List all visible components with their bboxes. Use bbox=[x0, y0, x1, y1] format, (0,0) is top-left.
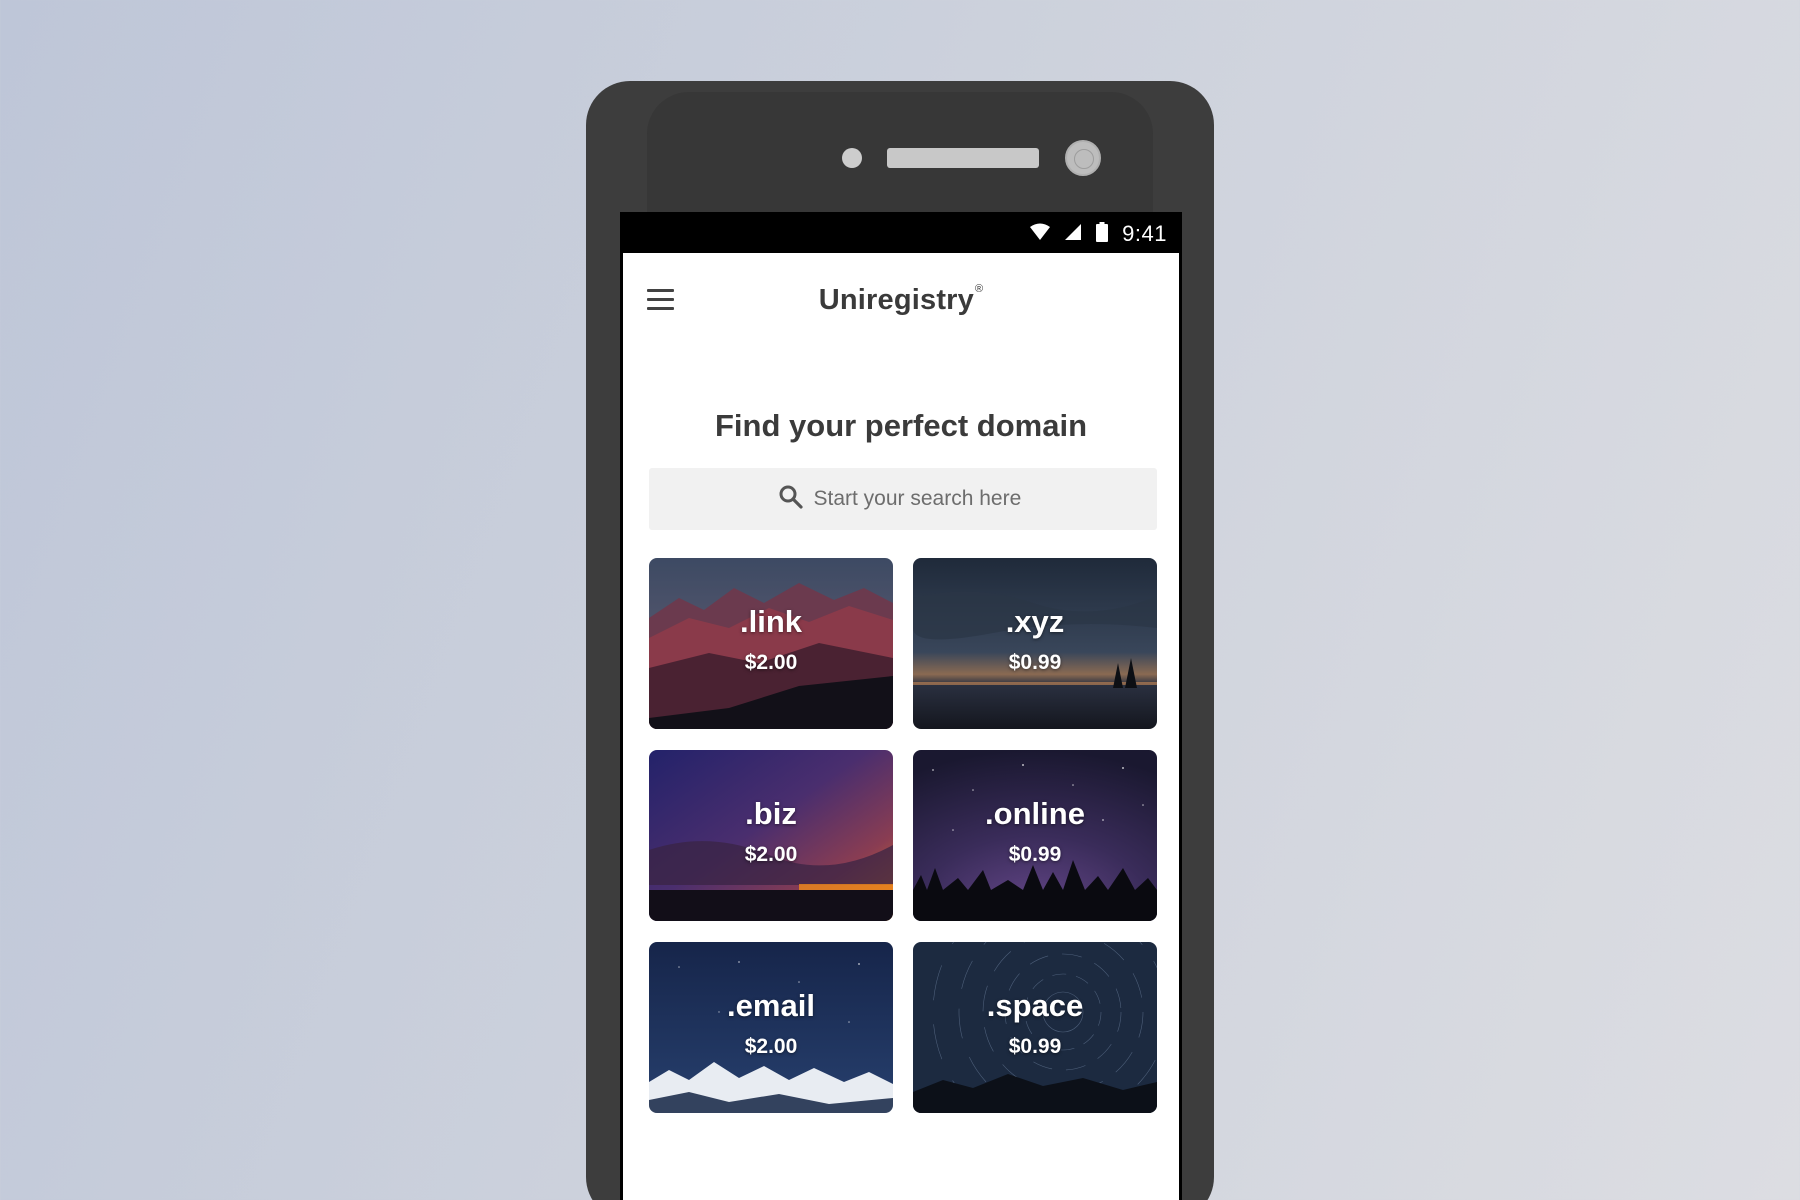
status-bar: 9:41 bbox=[623, 215, 1179, 253]
domain-name: .biz bbox=[745, 796, 797, 831]
domain-price: $0.99 bbox=[1008, 843, 1062, 866]
domain-tile-biz[interactable]: .biz $2.00 bbox=[649, 750, 893, 921]
status-time: 9:41 bbox=[1122, 221, 1167, 246]
search-icon bbox=[778, 484, 804, 515]
domain-tile-xyz[interactable]: .xyz $0.99 bbox=[913, 558, 1157, 729]
search-input[interactable] bbox=[813, 487, 1029, 511]
domain-name: .space bbox=[986, 988, 1084, 1023]
domain-tile-space[interactable]: .space $0.99 bbox=[913, 942, 1157, 1113]
earpiece-speaker bbox=[887, 148, 1039, 168]
page-title: Find your perfect domain bbox=[714, 408, 1088, 443]
phone-device-frame: 9:41 Uniregistry® Find your perfect doma… bbox=[586, 81, 1214, 1200]
domain-tile-email[interactable]: .email $2.00 bbox=[649, 942, 893, 1113]
domain-grid: .link $2.00 .xyz $0.99 .biz $2.00 .onlin… bbox=[649, 558, 1157, 1113]
domain-price: $2.00 bbox=[744, 1035, 798, 1058]
cell-signal-icon bbox=[1064, 223, 1082, 246]
brand-logo[interactable]: Uniregistry® bbox=[623, 283, 1179, 317]
battery-icon bbox=[1096, 221, 1109, 247]
brand-name: Uniregistry bbox=[818, 284, 974, 316]
phone-screen: 9:41 Uniregistry® Find your perfect doma… bbox=[620, 212, 1182, 1200]
phone-top-bezel bbox=[647, 92, 1153, 222]
front-camera bbox=[1065, 140, 1101, 176]
starry-sky-forest-silhouette-photo bbox=[913, 750, 1157, 921]
proximity-sensor bbox=[842, 148, 862, 168]
domain-name: .email bbox=[727, 988, 815, 1023]
domain-name: .xyz bbox=[1005, 604, 1065, 639]
registered-mark: ® bbox=[975, 283, 984, 295]
app-bar: Uniregistry® bbox=[623, 253, 1179, 349]
domain-tile-online[interactable]: .online $0.99 bbox=[913, 750, 1157, 921]
status-icons: 9:41 bbox=[1030, 215, 1167, 253]
red-mountain-range-photo bbox=[649, 558, 893, 729]
domain-name: .online bbox=[985, 796, 1085, 831]
star-trails-photo bbox=[913, 942, 1157, 1113]
domain-price: $0.99 bbox=[1008, 1035, 1062, 1058]
dusk-lake-horizon-photo bbox=[913, 558, 1157, 729]
night-sky-snowy-mountains-photo bbox=[649, 942, 893, 1113]
purple-orange-sunset-clouds-photo bbox=[649, 750, 893, 921]
wifi-icon bbox=[1030, 223, 1051, 246]
domain-price: $2.00 bbox=[744, 651, 798, 674]
app-content: Uniregistry® Find your perfect domain St… bbox=[623, 253, 1179, 1200]
domain-price: $2.00 bbox=[744, 843, 798, 866]
domain-name: .link bbox=[739, 604, 802, 639]
domain-price: $0.99 bbox=[1008, 651, 1062, 674]
domain-tile-link[interactable]: .link $2.00 bbox=[649, 558, 893, 729]
search-bar[interactable] bbox=[649, 468, 1157, 530]
